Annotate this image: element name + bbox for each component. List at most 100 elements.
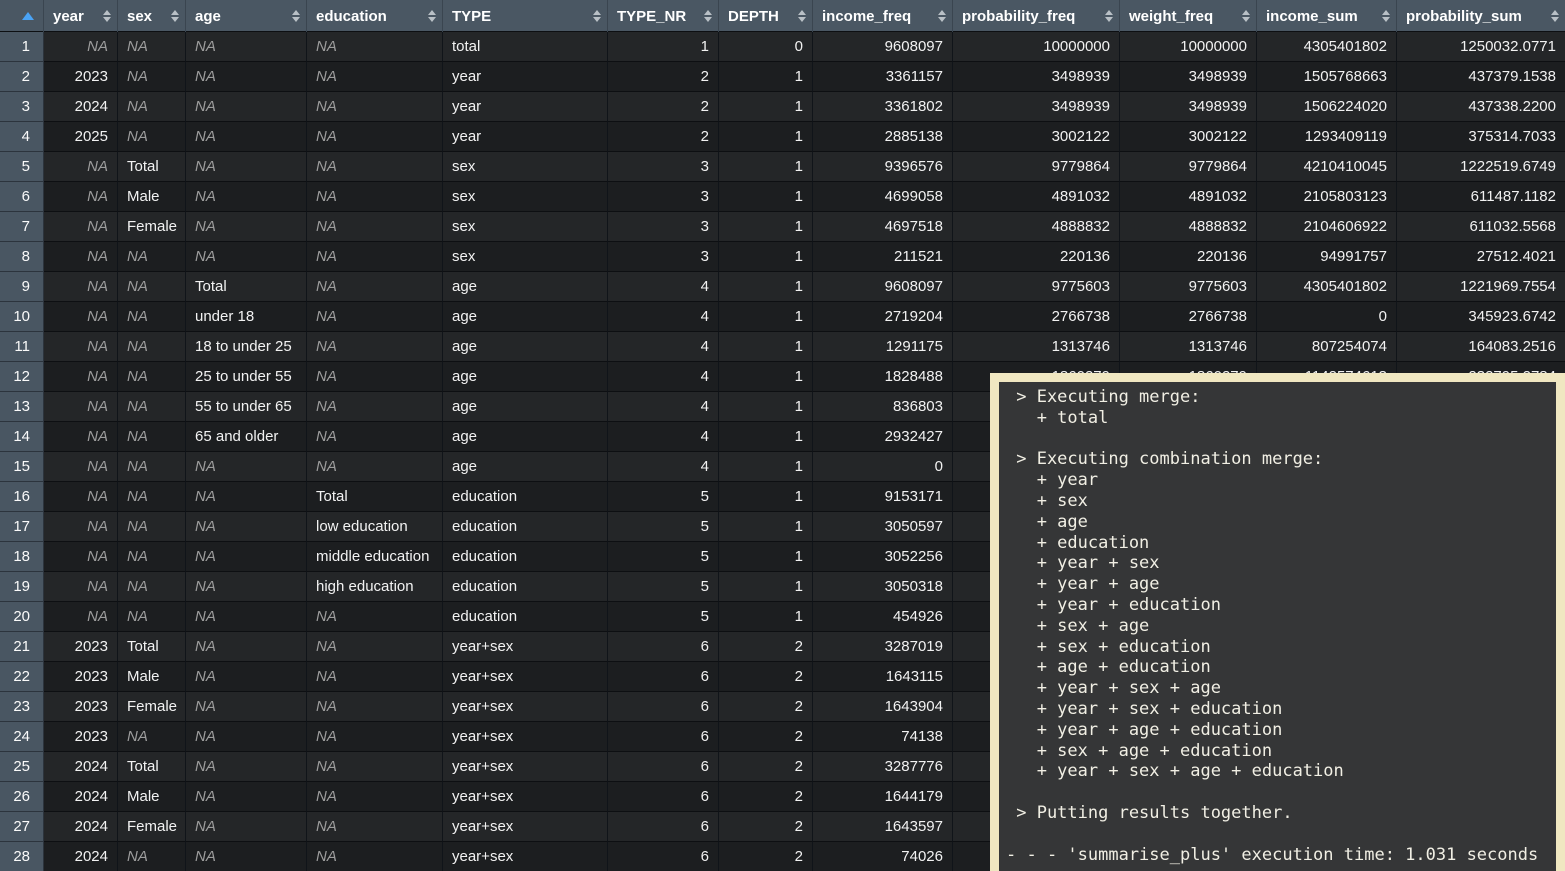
cell-age: NA [186,92,307,122]
cell-year: 2025 [44,122,118,152]
cell-probability_sum: 437338.2200 [1397,92,1565,122]
cell-TYPE: age [443,302,608,332]
table-row: 6NAMaleNANAsex31469905848910324891032210… [0,182,1565,212]
table-row: 22023NANANAyear2133611573498939349893915… [0,62,1565,92]
cell-income_sum: 4210410045 [1257,152,1397,182]
cell-year: 2023 [44,692,118,722]
row-number: 25 [0,752,44,782]
cell-education: NA [307,452,443,482]
sort-arrows-icon [588,10,601,22]
cell-DEPTH: 1 [719,362,813,392]
cell-age: NA [186,152,307,182]
table-row: 9NANATotalNAage4196080979775603977560343… [0,272,1565,302]
cell-income_freq: 3050318 [813,572,953,602]
cell-income_freq: 3361802 [813,92,953,122]
column-header-income_freq[interactable]: income_freq [813,0,953,32]
cell-year: 2023 [44,722,118,752]
cell-TYPE: sex [443,182,608,212]
cell-sex: NA [118,122,186,152]
cell-TYPE_NR: 3 [608,182,719,212]
cell-sex: NA [118,92,186,122]
cell-TYPE: sex [443,212,608,242]
cell-TYPE_NR: 4 [608,452,719,482]
cell-TYPE_NR: 2 [608,62,719,92]
cell-probability_freq: 9779864 [953,152,1120,182]
cell-year: NA [44,302,118,332]
cell-TYPE_NR: 6 [608,752,719,782]
cell-income_sum: 0 [1257,302,1397,332]
column-header-probability_freq[interactable]: probability_freq [953,0,1120,32]
cell-probability_sum: 1221969.7554 [1397,272,1565,302]
cell-TYPE: age [443,452,608,482]
console-overlay[interactable]: > Executing merge: + total > Executing c… [990,373,1565,871]
column-header-education[interactable]: education [307,0,443,32]
cell-education: NA [307,842,443,871]
cell-TYPE: education [443,512,608,542]
cell-age: NA [186,62,307,92]
row-number: 11 [0,332,44,362]
column-header-weight_freq[interactable]: weight_freq [1120,0,1257,32]
cell-year: NA [44,32,118,62]
sort-arrows-icon [1237,10,1250,22]
cell-TYPE: year+sex [443,632,608,662]
cell-TYPE_NR: 6 [608,782,719,812]
cell-education: NA [307,212,443,242]
cell-year: NA [44,212,118,242]
cell-DEPTH: 2 [719,632,813,662]
cell-education: NA [307,332,443,362]
cell-sex: Female [118,212,186,242]
column-header-sex[interactable]: sex [118,0,186,32]
cell-income_freq: 1291175 [813,332,953,362]
cell-education: NA [307,152,443,182]
cell-sex: Female [118,692,186,722]
cell-weight_freq: 10000000 [1120,32,1257,62]
cell-TYPE: year+sex [443,782,608,812]
table-row: 7NAFemaleNANAsex314697518488883248888322… [0,212,1565,242]
cell-education: NA [307,302,443,332]
cell-TYPE_NR: 5 [608,572,719,602]
column-header-year[interactable]: year [44,0,118,32]
row-number: 24 [0,722,44,752]
cell-weight_freq: 2766738 [1120,302,1257,332]
cell-sex: NA [118,392,186,422]
cell-sex: NA [118,242,186,272]
row-number: 21 [0,632,44,662]
cell-age: NA [186,782,307,812]
cell-TYPE_NR: 5 [608,602,719,632]
column-header-age[interactable]: age [186,0,307,32]
cell-income_freq: 9153171 [813,482,953,512]
cell-education: NA [307,782,443,812]
cell-education: NA [307,242,443,272]
cell-TYPE_NR: 3 [608,242,719,272]
cell-probability_freq: 3498939 [953,62,1120,92]
cell-age: 18 to under 25 [186,332,307,362]
cell-weight_freq: 1313746 [1120,332,1257,362]
row-number: 10 [0,302,44,332]
sort-arrows-icon [1546,10,1559,22]
cell-income_freq: 2932427 [813,422,953,452]
cell-year: NA [44,332,118,362]
table-row: 5NATotalNANAsex3193965769779864977986442… [0,152,1565,182]
cell-education: NA [307,632,443,662]
column-header-probability_sum[interactable]: probability_sum [1397,0,1565,32]
cell-DEPTH: 1 [719,332,813,362]
cell-DEPTH: 1 [719,242,813,272]
cell-income_freq: 211521 [813,242,953,272]
cell-income_sum: 1506224020 [1257,92,1397,122]
column-header-DEPTH[interactable]: DEPTH [719,0,813,32]
cell-income_freq: 9396576 [813,152,953,182]
column-header-TYPE[interactable]: TYPE [443,0,608,32]
cell-income_sum: 4305401802 [1257,272,1397,302]
cell-age: NA [186,602,307,632]
column-header-income_sum[interactable]: income_sum [1257,0,1397,32]
row-number-column-header[interactable] [0,0,44,32]
cell-age: NA [186,842,307,871]
row-number: 26 [0,782,44,812]
cell-DEPTH: 2 [719,782,813,812]
cell-age: NA [186,542,307,572]
cell-TYPE: age [443,422,608,452]
cell-sex: Male [118,782,186,812]
row-number: 28 [0,842,44,871]
column-header-TYPE_NR[interactable]: TYPE_NR [608,0,719,32]
cell-probability_freq: 4891032 [953,182,1120,212]
